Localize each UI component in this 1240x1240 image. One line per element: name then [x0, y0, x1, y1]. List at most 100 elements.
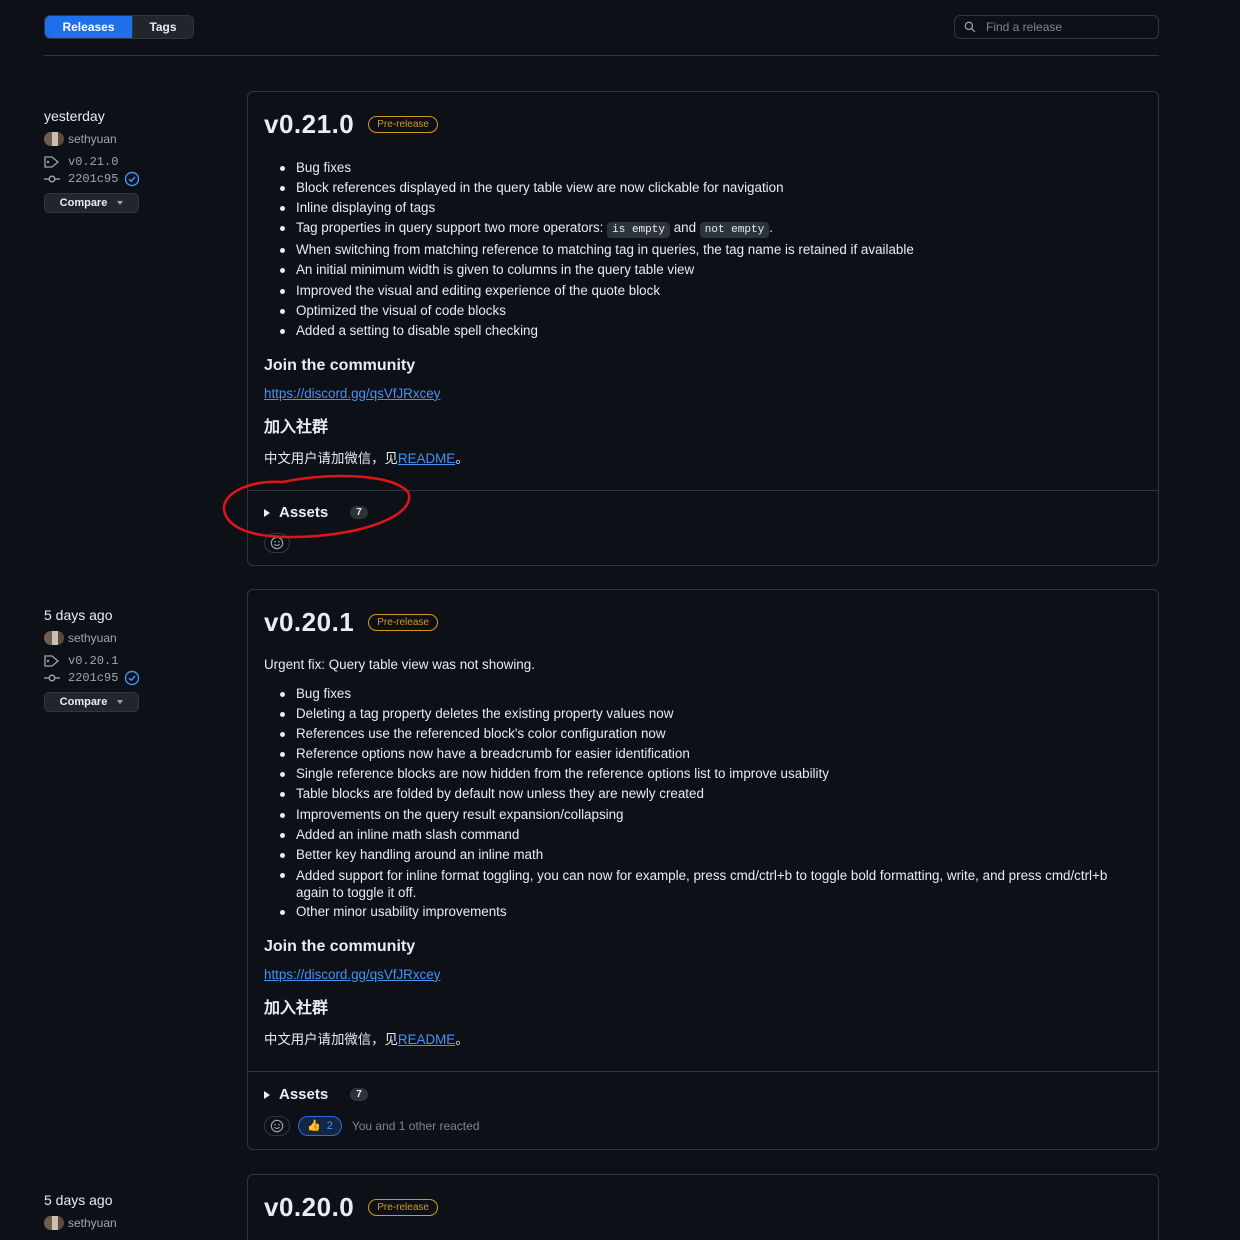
thumbs-up-reaction[interactable]: 👍 2 — [298, 1115, 342, 1136]
code-operator: not empty — [699, 222, 770, 239]
reactions-bar — [248, 532, 1158, 553]
search-input[interactable] — [986, 18, 1151, 36]
zh-end: 。 — [455, 1031, 469, 1047]
smiley-icon — [270, 536, 284, 550]
author-row[interactable]: sethyuan — [44, 130, 224, 147]
list-item: Bug fixes — [278, 684, 1142, 704]
compare-button[interactable]: Compare — [44, 193, 139, 213]
changelog-list: Bug fixes Deleting a tag property delete… — [278, 684, 1142, 922]
list-item: When switching from matching reference t… — [278, 240, 1142, 260]
list-item: References use the referenced block's co… — [278, 724, 1142, 744]
zh-text: 中文用户请加微信，见 — [264, 450, 398, 466]
tag-row[interactable]: v0.20.1 — [44, 652, 224, 669]
commit-icon — [44, 175, 60, 182]
changelog-list: Bug fixes Block references displayed in … — [278, 158, 1142, 341]
zh-end: 。 — [455, 450, 469, 466]
chevron-down-icon — [117, 700, 124, 704]
reaction-summary: You and 1 other reacted — [351, 1118, 480, 1133]
prerelease-badge: Pre-release — [368, 613, 438, 631]
list-item: Deleting a tag property deletes the exis… — [278, 704, 1142, 724]
avatar[interactable] — [44, 131, 64, 146]
author-row[interactable]: sethyuan — [44, 1214, 224, 1231]
list-item: Inline displaying of tags — [278, 198, 1142, 218]
release-meta: 5 days ago sethyuan v0.20.1 2201c95 Comp… — [44, 607, 224, 712]
list-item: Table blocks are folded by default now u… — [278, 784, 1142, 804]
discord-link[interactable]: https://discord.gg/qsVfJRxcey — [264, 967, 440, 982]
readme-link[interactable]: README — [398, 1032, 455, 1047]
list-item-text: . — [769, 220, 773, 236]
assets-toggle[interactable]: Assets 7 — [248, 1085, 1158, 1105]
list-item: An initial minimum width is given to col… — [278, 260, 1142, 280]
release-meta: 5 days ago sethyuan — [44, 1192, 224, 1231]
avatar[interactable] — [44, 630, 64, 645]
commit-sha[interactable]: 2201c95 — [68, 172, 118, 186]
list-item: Optimized the visual of code blocks — [278, 301, 1142, 321]
commit-sha[interactable]: 2201c95 — [68, 671, 118, 685]
list-item: Added a setting to disable spell checkin… — [278, 321, 1142, 341]
assets-divider — [248, 489, 1158, 491]
add-reaction-button[interactable] — [264, 1115, 290, 1136]
assets-label: Assets — [279, 1086, 329, 1104]
prerelease-badge: Pre-release — [368, 115, 438, 133]
zh-heading: 加入社群 — [264, 999, 329, 1017]
list-item: Other minor usability improvements — [278, 902, 1142, 922]
list-item: Block references displayed in the query … — [278, 178, 1142, 198]
release-intro: Urgent fix: Query table view was not sho… — [264, 657, 535, 672]
compare-label: Compare — [59, 696, 108, 708]
compare-button[interactable]: Compare — [44, 692, 139, 712]
community-heading: Join the community — [264, 356, 416, 374]
release-card: v0.20.0 Pre-release — [247, 1174, 1159, 1240]
tag-name[interactable]: v0.20.1 — [68, 654, 118, 668]
release-title[interactable]: v0.20.1 — [264, 607, 354, 638]
author-row[interactable]: sethyuan — [44, 629, 224, 646]
compare-label: Compare — [59, 197, 108, 209]
list-item: Reference options now have a breadcrumb … — [278, 744, 1142, 764]
chevron-down-icon — [117, 201, 124, 205]
discord-link[interactable]: https://discord.gg/qsVfJRxcey — [264, 386, 440, 401]
tag-icon — [44, 155, 60, 168]
add-reaction-button[interactable] — [264, 532, 290, 553]
zh-paragraph: 中文用户请加微信，见README。 — [264, 1028, 1142, 1048]
commit-icon — [44, 674, 60, 681]
assets-label: Assets — [279, 504, 329, 522]
commit-row[interactable]: 2201c95 — [44, 170, 224, 187]
list-item: Improvements on the query result expansi… — [278, 805, 1142, 825]
reactions-bar: 👍 2 You and 1 other reacted — [248, 1115, 1158, 1136]
smiley-icon — [270, 1119, 284, 1133]
release-meta: yesterday sethyuan v0.21.0 2201c95 Compa… — [44, 108, 224, 213]
release-search[interactable] — [954, 15, 1159, 39]
assets-divider — [248, 1070, 1158, 1072]
list-item: Better key handling around an inline mat… — [278, 845, 1142, 865]
list-item: Bug fixes — [278, 158, 1142, 178]
release-title[interactable]: v0.20.0 — [264, 1192, 354, 1223]
releases-tags-switch: Releases Tags — [44, 15, 194, 39]
author-name[interactable]: sethyuan — [68, 1216, 117, 1230]
release-card: v0.21.0 Pre-release Bug fixes Block refe… — [247, 91, 1159, 566]
tab-releases[interactable]: Releases — [45, 16, 132, 38]
zh-paragraph: 中文用户请加微信，见README。 — [264, 447, 1142, 467]
list-item: Added support for inline format toggling… — [278, 865, 1142, 902]
tab-tags[interactable]: Tags — [132, 16, 193, 38]
list-item: Added an inline math slash command — [278, 825, 1142, 845]
reaction-count: 2 — [326, 1119, 333, 1132]
tag-row[interactable]: v0.21.0 — [44, 153, 224, 170]
readme-link[interactable]: README — [398, 451, 455, 466]
zh-heading: 加入社群 — [264, 418, 329, 436]
verified-icon — [125, 670, 140, 685]
zh-text: 中文用户请加微信，见 — [264, 1031, 398, 1047]
tag-icon — [44, 654, 60, 667]
commit-row[interactable]: 2201c95 — [44, 669, 224, 686]
release-date: yesterday — [44, 108, 105, 124]
author-name[interactable]: sethyuan — [68, 132, 117, 146]
list-item: Improved the visual and editing experien… — [278, 281, 1142, 301]
author-name[interactable]: sethyuan — [68, 631, 117, 645]
release-title[interactable]: v0.21.0 — [264, 109, 354, 140]
releases-toolbar: Releases Tags — [44, 15, 1159, 39]
avatar[interactable] — [44, 1215, 64, 1230]
release-card: v0.20.1 Pre-release Urgent fix: Query ta… — [247, 589, 1159, 1150]
thumbs-up-icon: 👍 — [307, 1120, 321, 1133]
tag-name[interactable]: v0.21.0 — [68, 155, 118, 169]
release-date: 5 days ago — [44, 607, 113, 623]
list-item-text: and — [673, 220, 697, 236]
assets-toggle[interactable]: Assets 7 — [248, 503, 1158, 523]
